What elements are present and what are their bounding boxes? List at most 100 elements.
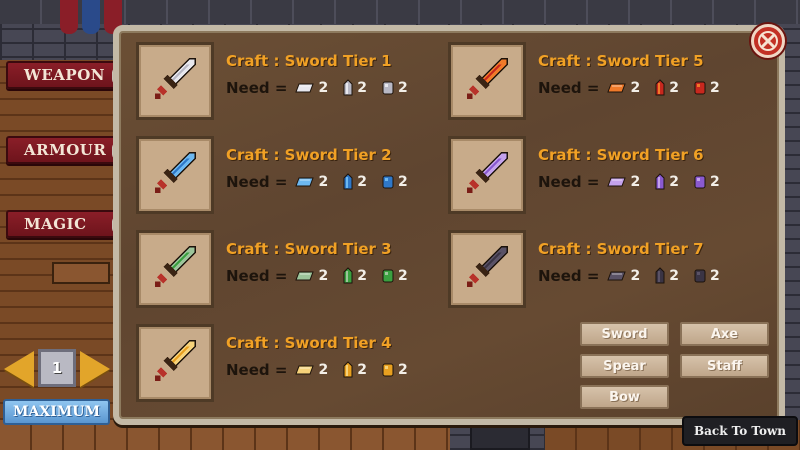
category-bow-button[interactable]: Bow [580, 385, 669, 409]
ingot-icon [295, 82, 315, 94]
need-label: Need = [538, 267, 600, 285]
recipe-card[interactable]: Craft : Sword Tier 2 Need = 2 2 2 [136, 136, 436, 216]
material-requirement: 2 [654, 173, 679, 191]
material-requirement: 2 [654, 267, 679, 285]
decrease-quantity-arrow-icon[interactable] [4, 351, 34, 387]
sword-icon [152, 150, 198, 200]
recipe-requirements: Need = 2 2 2 [226, 172, 418, 192]
sword-icon [464, 150, 510, 200]
need-label: Need = [538, 79, 600, 97]
tab-magic[interactable]: MAGIC [6, 210, 128, 238]
material-requirement: 2 [381, 174, 408, 190]
recipe-item-slot[interactable] [448, 136, 526, 214]
category-staff-button[interactable]: Staff [680, 354, 769, 378]
material-quantity: 2 [357, 174, 367, 190]
material-requirement: 2 [295, 174, 328, 190]
material-requirement: 2 [295, 362, 328, 378]
crystal-icon [654, 173, 666, 191]
ingot-icon [607, 176, 627, 188]
category-spear-button[interactable]: Spear [580, 354, 669, 378]
material-quantity: 2 [357, 268, 367, 284]
sword-icon [152, 244, 198, 294]
gem-icon [381, 362, 395, 378]
recipe-title: Craft : Sword Tier 2 [226, 146, 392, 164]
material-requirement: 2 [295, 80, 328, 96]
recipe-item-slot[interactable] [448, 230, 526, 308]
recipe-card[interactable]: Craft : Sword Tier 7 Need = 2 2 2 [448, 230, 748, 310]
material-quantity: 2 [709, 174, 720, 190]
material-quantity: 2 [397, 80, 408, 96]
crystal-icon [654, 267, 666, 285]
material-requirement: 2 [342, 173, 367, 191]
tab-magic-label: MAGIC [24, 215, 87, 233]
material-requirement: 2 [693, 268, 720, 284]
category-sword-button[interactable]: Sword [580, 322, 669, 346]
crystal-icon [654, 79, 666, 97]
close-button[interactable] [751, 24, 785, 58]
weapon-rack [52, 262, 110, 284]
crystal-icon [342, 267, 354, 285]
crystal-icon [342, 173, 354, 191]
banner-blue [82, 0, 100, 34]
category-axe-button[interactable]: Axe [680, 322, 769, 346]
material-quantity: 2 [318, 80, 329, 96]
recipe-card[interactable]: Craft : Sword Tier 4 Need = 2 2 2 [136, 324, 436, 404]
material-quantity: 2 [397, 174, 408, 190]
recipe-item-slot[interactable] [136, 324, 214, 402]
close-icon [758, 31, 778, 51]
recipe-requirements: Need = 2 2 2 [538, 172, 730, 192]
ingot-icon [295, 176, 315, 188]
sword-icon [464, 244, 510, 294]
increase-quantity-arrow-icon[interactable] [80, 351, 110, 387]
recipe-requirements: Need = 2 2 2 [538, 78, 730, 98]
gem-icon [381, 174, 395, 190]
recipe-card[interactable]: Craft : Sword Tier 1 Need = 2 2 2 [136, 42, 436, 122]
recipe-title: Craft : Sword Tier 6 [538, 146, 704, 164]
tab-weapon-label: WEAPON [24, 66, 105, 84]
sword-icon [152, 56, 198, 106]
ingot-icon [295, 364, 315, 376]
need-label: Need = [226, 173, 288, 191]
maximum-button[interactable]: MAXIMUM [3, 399, 110, 425]
recipe-item-slot[interactable] [136, 230, 214, 308]
recipe-requirements: Need = 2 2 2 [226, 360, 418, 380]
recipe-title: Craft : Sword Tier 1 [226, 52, 392, 70]
wooden-floor [0, 60, 130, 450]
recipe-card[interactable]: Craft : Sword Tier 5 Need = 2 2 2 [448, 42, 748, 122]
material-requirement: 2 [381, 362, 408, 378]
tab-armour[interactable]: ARMOUR [6, 136, 128, 164]
recipe-item-slot[interactable] [448, 42, 526, 120]
material-quantity: 2 [318, 268, 329, 284]
material-quantity: 2 [357, 80, 367, 96]
recipe-requirements: Need = 2 2 2 [538, 266, 730, 286]
ingot-icon [295, 270, 315, 282]
material-requirement: 2 [654, 79, 679, 97]
tab-weapon[interactable]: WEAPON [6, 61, 128, 89]
material-requirement: 2 [381, 80, 408, 96]
recipe-title: Craft : Sword Tier 7 [538, 240, 704, 258]
material-quantity: 2 [318, 174, 329, 190]
recipe-item-slot[interactable] [136, 136, 214, 214]
gem-icon [693, 174, 707, 190]
tab-armour-label: ARMOUR [24, 141, 107, 159]
recipe-title: Craft : Sword Tier 3 [226, 240, 392, 258]
gem-icon [693, 80, 707, 96]
recipe-card[interactable]: Craft : Sword Tier 6 Need = 2 2 2 [448, 136, 748, 216]
sword-icon [464, 56, 510, 106]
material-requirement: 2 [295, 268, 328, 284]
material-requirement: 2 [607, 174, 640, 190]
castle-door [470, 425, 530, 450]
material-requirement: 2 [342, 79, 367, 97]
material-quantity: 2 [709, 80, 720, 96]
recipe-title: Craft : Sword Tier 5 [538, 52, 704, 70]
recipe-card[interactable]: Craft : Sword Tier 3 Need = 2 2 2 [136, 230, 436, 310]
recipe-item-slot[interactable] [136, 42, 214, 120]
gem-icon [381, 80, 395, 96]
material-requirement: 2 [693, 174, 720, 190]
ingot-icon [607, 270, 627, 282]
back-to-town-button[interactable]: Back To Town [682, 416, 798, 446]
material-quantity: 2 [630, 174, 641, 190]
sword-icon [152, 338, 198, 388]
need-label: Need = [226, 361, 288, 379]
crystal-icon [342, 79, 354, 97]
